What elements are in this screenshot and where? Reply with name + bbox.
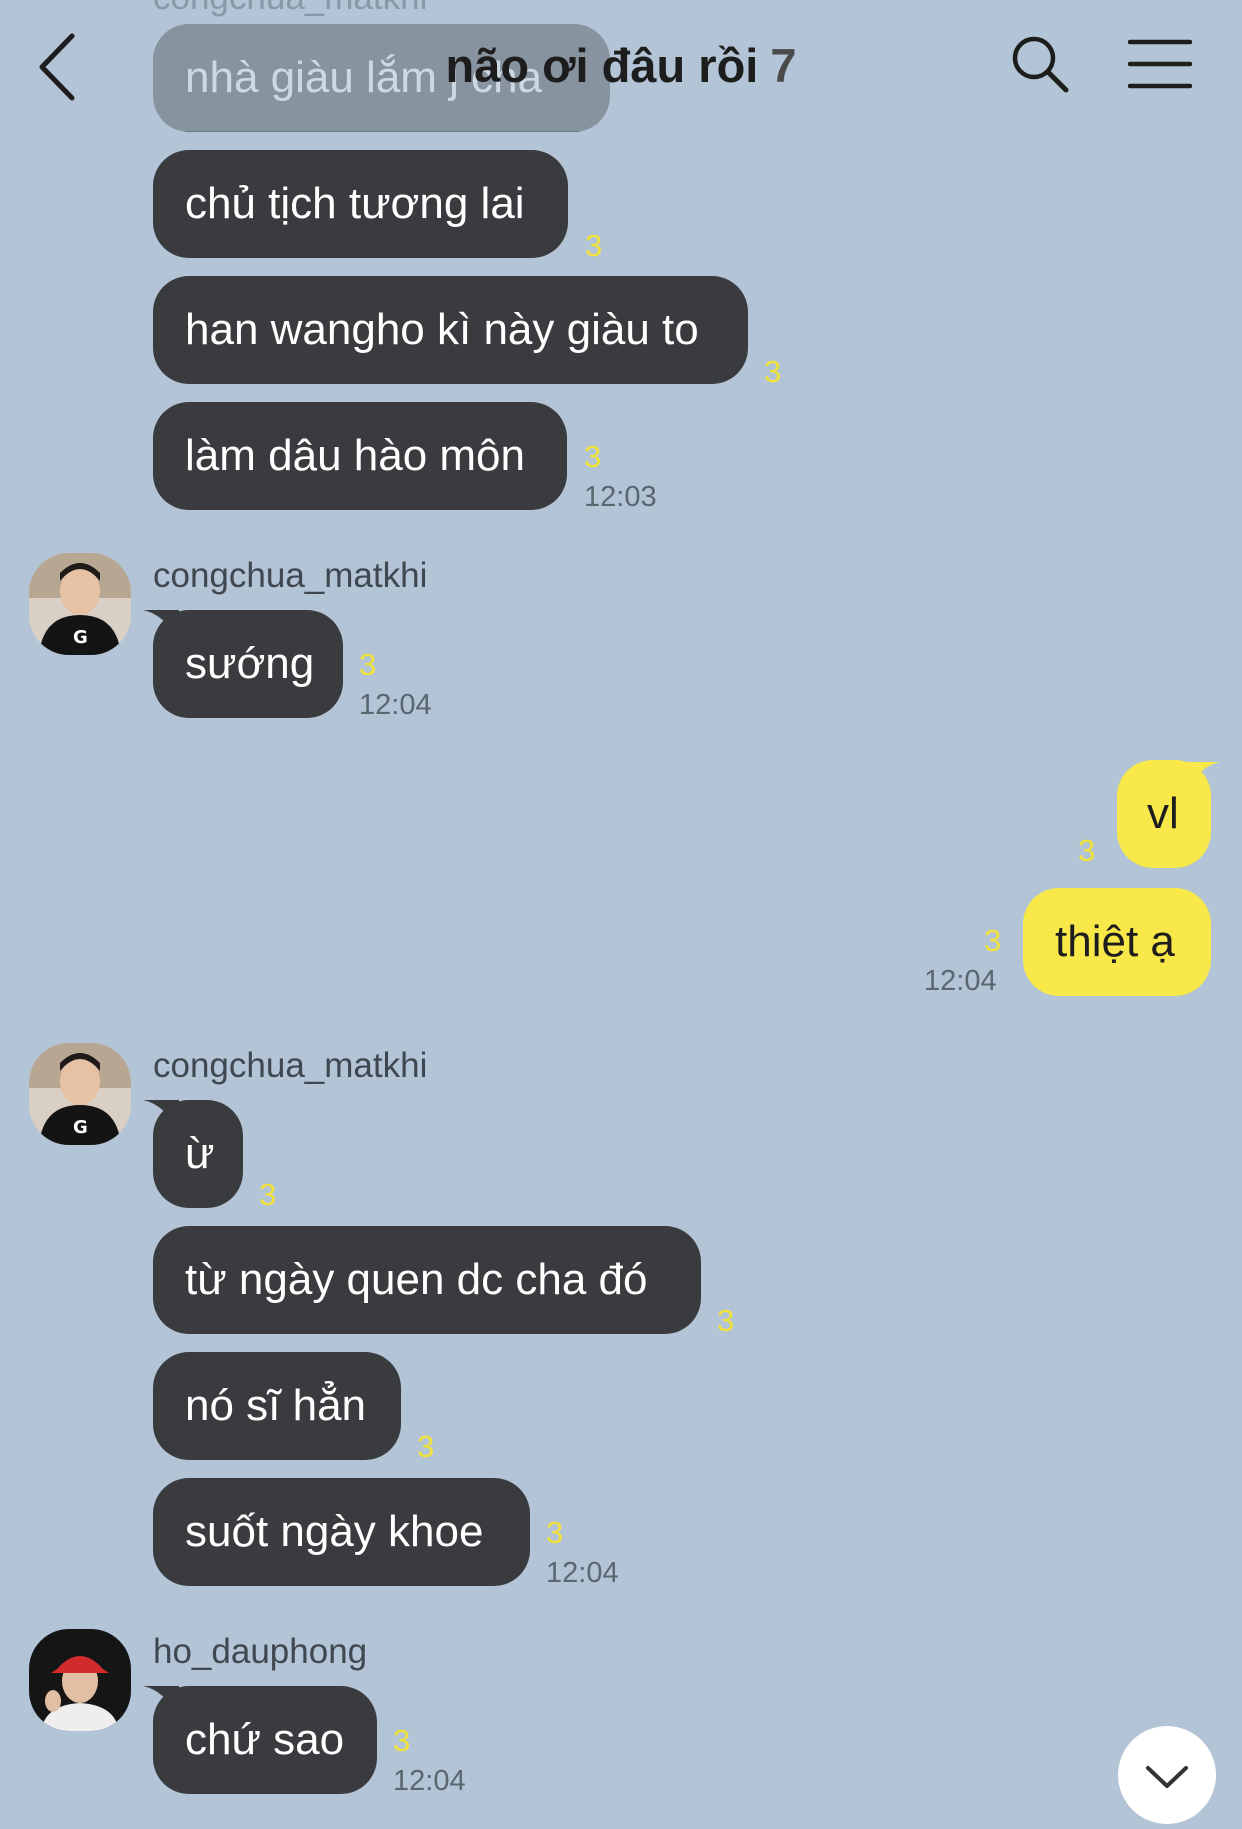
message-bubble[interactable]: làm dâu hào môn (153, 402, 567, 510)
avatar[interactable] (29, 1629, 131, 1731)
message-bubble[interactable]: ừ (153, 1100, 243, 1208)
message-time: 12:03 (584, 481, 657, 513)
message-text: nó sĩ hẳn (185, 1381, 367, 1430)
unread-count: 3 (259, 1177, 277, 1212)
message-text: suốt ngày khoe (185, 1507, 484, 1556)
message-bubble[interactable]: nó sĩ hẳn (153, 1352, 401, 1460)
message-text: vl (1147, 789, 1179, 838)
message-text: ừ (185, 1129, 215, 1178)
chat-header: não ơi đâu rồi 7 (0, 0, 1242, 140)
unread-count: 3 (1078, 833, 1096, 868)
chevron-down-icon (1146, 1766, 1188, 1788)
message-text: chủ tịch tương lai (185, 179, 525, 228)
message-bubble[interactable]: chủ tịch tương lai (153, 150, 568, 258)
menu-icon[interactable] (1128, 38, 1192, 90)
message-bubble[interactable]: vl (1117, 760, 1211, 868)
avatar[interactable]: G (29, 553, 131, 655)
message-bubble[interactable]: từ ngày quen dc cha đó (153, 1226, 701, 1334)
sender-name: congchua_matkhi (153, 1046, 428, 1085)
message-time: 12:04 (546, 1557, 619, 1589)
unread-count: 3 (717, 1303, 735, 1338)
unread-count: 3 (984, 923, 1002, 958)
unread-count: 3 (417, 1429, 435, 1464)
message-text: han wangho kì này giàu to (185, 305, 699, 354)
unread-count: 3 (546, 1515, 564, 1550)
search-icon[interactable] (1010, 34, 1070, 94)
avatar[interactable]: G (29, 1043, 131, 1145)
sender-name: ho_dauphong (153, 1632, 368, 1671)
message-text: sướng (185, 639, 315, 688)
message-text: chứ sao (185, 1715, 345, 1764)
avatar-image: G (29, 553, 131, 655)
avatar-image: G (29, 1043, 131, 1145)
chat-room-name: não ơi đâu rồi (445, 39, 759, 92)
scroll-to-bottom-button[interactable] (1118, 1726, 1216, 1824)
sender-name: congchua_matkhi (153, 556, 428, 595)
message-time: 12:04 (359, 689, 432, 721)
message-bubble[interactable]: thiệt ạ (1023, 888, 1211, 996)
avatar-image (29, 1629, 131, 1731)
message-text: từ ngày quen dc cha đó (185, 1255, 648, 1304)
message-time: 12:04 (924, 965, 997, 997)
message-bubble[interactable]: suốt ngày khoe (153, 1478, 530, 1586)
member-count: 7 (770, 39, 797, 92)
unread-count: 3 (393, 1723, 411, 1758)
message-bubble[interactable]: sướng (153, 610, 343, 718)
message-text: thiệt ạ (1055, 917, 1175, 966)
message-bubble[interactable]: chứ sao (153, 1686, 377, 1794)
svg-text:G: G (73, 1117, 88, 1138)
svg-text:G: G (73, 627, 88, 648)
unread-count: 3 (359, 647, 377, 682)
unread-count: 3 (585, 228, 603, 263)
message-text: làm dâu hào môn (185, 431, 525, 480)
unread-count: 3 (584, 439, 602, 474)
unread-count: 3 (764, 354, 782, 389)
message-bubble[interactable]: han wangho kì này giàu to (153, 276, 748, 384)
